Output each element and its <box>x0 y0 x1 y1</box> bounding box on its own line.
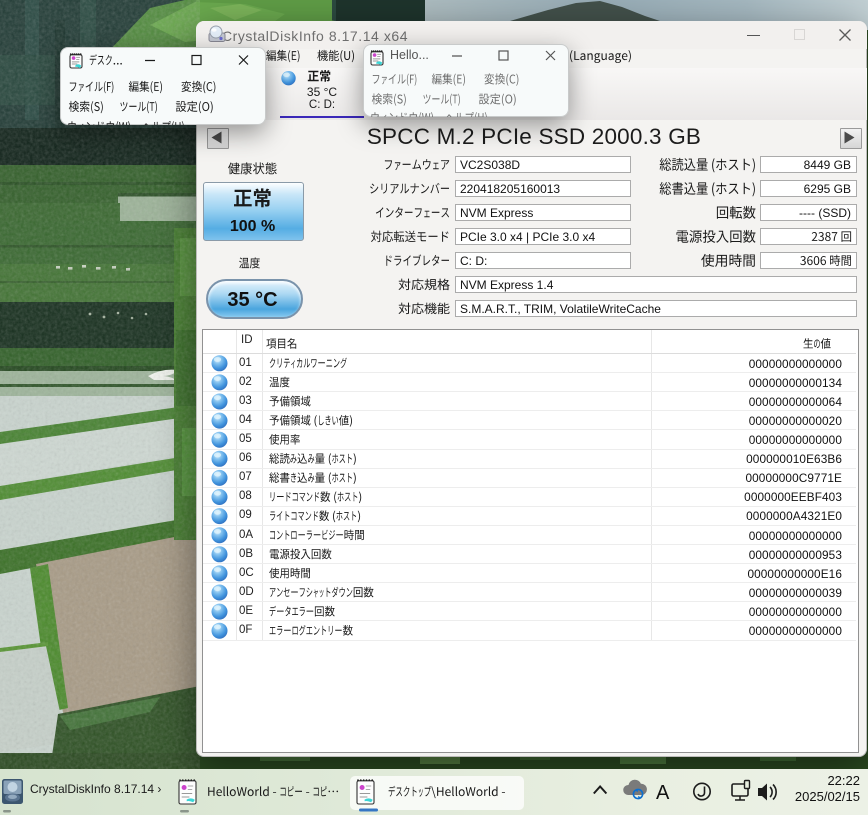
svg-text:A: A <box>656 782 670 804</box>
